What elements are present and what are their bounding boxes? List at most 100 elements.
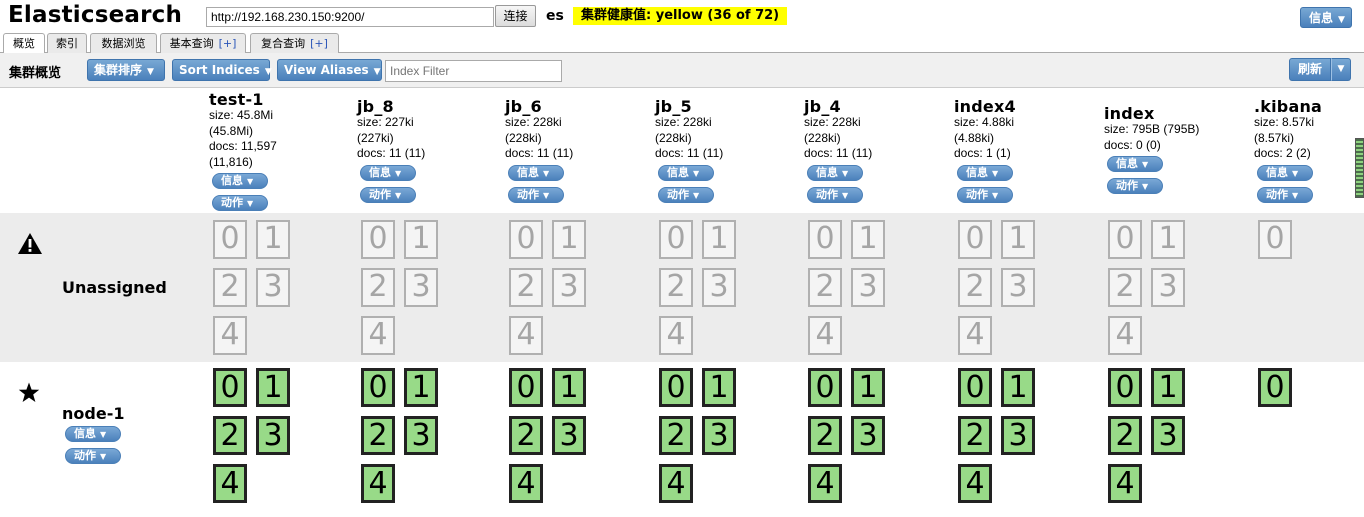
assigned-shard[interactable]: 1 — [1151, 368, 1185, 407]
index-action-button[interactable]: 动作 ▼ — [658, 186, 714, 203]
index-info-button[interactable]: 信息 ▼ — [1257, 164, 1313, 181]
index-info-button[interactable]: 信息 ▼ — [508, 164, 564, 181]
unassigned-shard[interactable]: 3 — [1001, 268, 1035, 307]
index-action-button[interactable]: 动作 ▼ — [807, 186, 863, 203]
assigned-shard[interactable]: 0 — [509, 368, 543, 407]
assigned-shard[interactable]: 2 — [659, 416, 693, 455]
assigned-shard[interactable]: 2 — [808, 416, 842, 455]
assigned-shard[interactable]: 4 — [958, 464, 992, 503]
unassigned-shard[interactable]: 2 — [659, 268, 693, 307]
index-action-button[interactable]: 动作 ▼ — [508, 186, 564, 203]
assigned-shard[interactable]: 3 — [404, 416, 438, 455]
index-info-button[interactable]: 信息 ▼ — [1107, 156, 1163, 172]
unassigned-shard[interactable]: 2 — [808, 268, 842, 307]
unassigned-shard[interactable]: 4 — [213, 316, 247, 355]
unassigned-shard[interactable]: 4 — [659, 316, 693, 355]
sort-cluster-button[interactable]: 集群排序 ▼ — [87, 59, 165, 81]
assigned-shard[interactable]: 0 — [659, 368, 693, 407]
unassigned-shard[interactable]: 1 — [552, 220, 586, 259]
unassigned-shard[interactable]: 2 — [213, 268, 247, 307]
node-info-button[interactable]: 信息 ▼ — [65, 426, 121, 442]
assigned-shard[interactable]: 1 — [1001, 368, 1035, 407]
unassigned-shard[interactable]: 1 — [256, 220, 290, 259]
assigned-shard[interactable]: 1 — [702, 368, 736, 407]
assigned-shard[interactable]: 2 — [1108, 416, 1142, 455]
refresh-button[interactable]: 刷新 — [1289, 58, 1331, 81]
index-info-button[interactable]: 信息 ▼ — [212, 173, 268, 189]
assigned-shard[interactable]: 4 — [1108, 464, 1142, 503]
unassigned-shard[interactable]: 4 — [361, 316, 395, 355]
index-action-button[interactable]: 动作 ▼ — [1107, 178, 1163, 194]
assigned-shard[interactable]: 1 — [552, 368, 586, 407]
assigned-shard[interactable]: 0 — [958, 368, 992, 407]
index-info-button[interactable]: 信息 ▼ — [807, 164, 863, 181]
tab-item[interactable]: 索引 — [47, 33, 87, 53]
unassigned-shard[interactable]: 3 — [1151, 268, 1185, 307]
header-info-button[interactable]: 信息 ▼ — [1300, 7, 1352, 28]
unassigned-shard[interactable]: 0 — [659, 220, 693, 259]
unassigned-shard[interactable]: 4 — [1108, 316, 1142, 355]
unassigned-shard[interactable]: 4 — [808, 316, 842, 355]
assigned-shard[interactable]: 3 — [702, 416, 736, 455]
index-filter-input[interactable] — [385, 60, 562, 82]
refresh-dropdown-button[interactable]: ▼ — [1331, 58, 1351, 81]
assigned-shard[interactable]: 3 — [552, 416, 586, 455]
view-aliases-button[interactable]: View Aliases ▼ — [277, 59, 382, 81]
assigned-shard[interactable]: 2 — [213, 416, 247, 455]
sort-indices-button[interactable]: Sort Indices ▼ — [172, 59, 272, 81]
unassigned-shard[interactable]: 1 — [1001, 220, 1035, 259]
unassigned-shard[interactable]: 3 — [702, 268, 736, 307]
tab-item[interactable]: 概览 — [3, 33, 45, 54]
unassigned-shard[interactable]: 2 — [958, 268, 992, 307]
unassigned-shard[interactable]: 0 — [213, 220, 247, 259]
unassigned-shard[interactable]: 0 — [509, 220, 543, 259]
unassigned-shard[interactable]: 1 — [404, 220, 438, 259]
unassigned-shard[interactable]: 3 — [552, 268, 586, 307]
unassigned-shard[interactable]: 2 — [509, 268, 543, 307]
assigned-shard[interactable]: 0 — [361, 368, 395, 407]
index-info-button[interactable]: 信息 ▼ — [957, 164, 1013, 181]
unassigned-shard[interactable]: 3 — [851, 268, 885, 307]
unassigned-shard[interactable]: 0 — [1258, 220, 1292, 259]
assigned-shard[interactable]: 4 — [361, 464, 395, 503]
assigned-shard[interactable]: 2 — [361, 416, 395, 455]
unassigned-shard[interactable]: 4 — [509, 316, 543, 355]
unassigned-shard[interactable]: 0 — [808, 220, 842, 259]
tab-item[interactable]: 复合查询 [+] — [250, 33, 339, 53]
assigned-shard[interactable]: 3 — [256, 416, 290, 455]
assigned-shard[interactable]: 3 — [1001, 416, 1035, 455]
assigned-shard[interactable]: 4 — [659, 464, 693, 503]
unassigned-shard[interactable]: 1 — [1151, 220, 1185, 259]
unassigned-shard[interactable]: 2 — [1108, 268, 1142, 307]
index-info-button[interactable]: 信息 ▼ — [360, 164, 416, 181]
index-action-button[interactable]: 动作 ▼ — [1257, 186, 1313, 203]
index-action-button[interactable]: 动作 ▼ — [360, 186, 416, 203]
assigned-shard[interactable]: 1 — [256, 368, 290, 407]
unassigned-shard[interactable]: 4 — [958, 316, 992, 355]
assigned-shard[interactable]: 0 — [808, 368, 842, 407]
unassigned-shard[interactable]: 3 — [256, 268, 290, 307]
unassigned-shard[interactable]: 0 — [958, 220, 992, 259]
tab-add-link[interactable]: [+] — [310, 37, 328, 50]
unassigned-shard[interactable]: 1 — [851, 220, 885, 259]
tab-item[interactable]: 数据浏览 — [90, 33, 157, 53]
index-action-button[interactable]: 动作 ▼ — [957, 186, 1013, 203]
assigned-shard[interactable]: 4 — [808, 464, 842, 503]
scrollbar[interactable] — [1355, 138, 1364, 198]
assigned-shard[interactable]: 3 — [851, 416, 885, 455]
index-info-button[interactable]: 信息 ▼ — [658, 164, 714, 181]
assigned-shard[interactable]: 4 — [509, 464, 543, 503]
assigned-shard[interactable]: 4 — [213, 464, 247, 503]
assigned-shard[interactable]: 3 — [1151, 416, 1185, 455]
assigned-shard[interactable]: 2 — [958, 416, 992, 455]
unassigned-shard[interactable]: 2 — [361, 268, 395, 307]
assigned-shard[interactable]: 0 — [1108, 368, 1142, 407]
unassigned-shard[interactable]: 3 — [404, 268, 438, 307]
connect-button[interactable]: 连接 — [495, 5, 536, 27]
unassigned-shard[interactable]: 1 — [702, 220, 736, 259]
unassigned-shard[interactable]: 0 — [361, 220, 395, 259]
assigned-shard[interactable]: 0 — [1258, 368, 1292, 407]
node-action-button[interactable]: 动作 ▼ — [65, 448, 121, 464]
assigned-shard[interactable]: 1 — [851, 368, 885, 407]
url-input[interactable] — [206, 7, 494, 27]
